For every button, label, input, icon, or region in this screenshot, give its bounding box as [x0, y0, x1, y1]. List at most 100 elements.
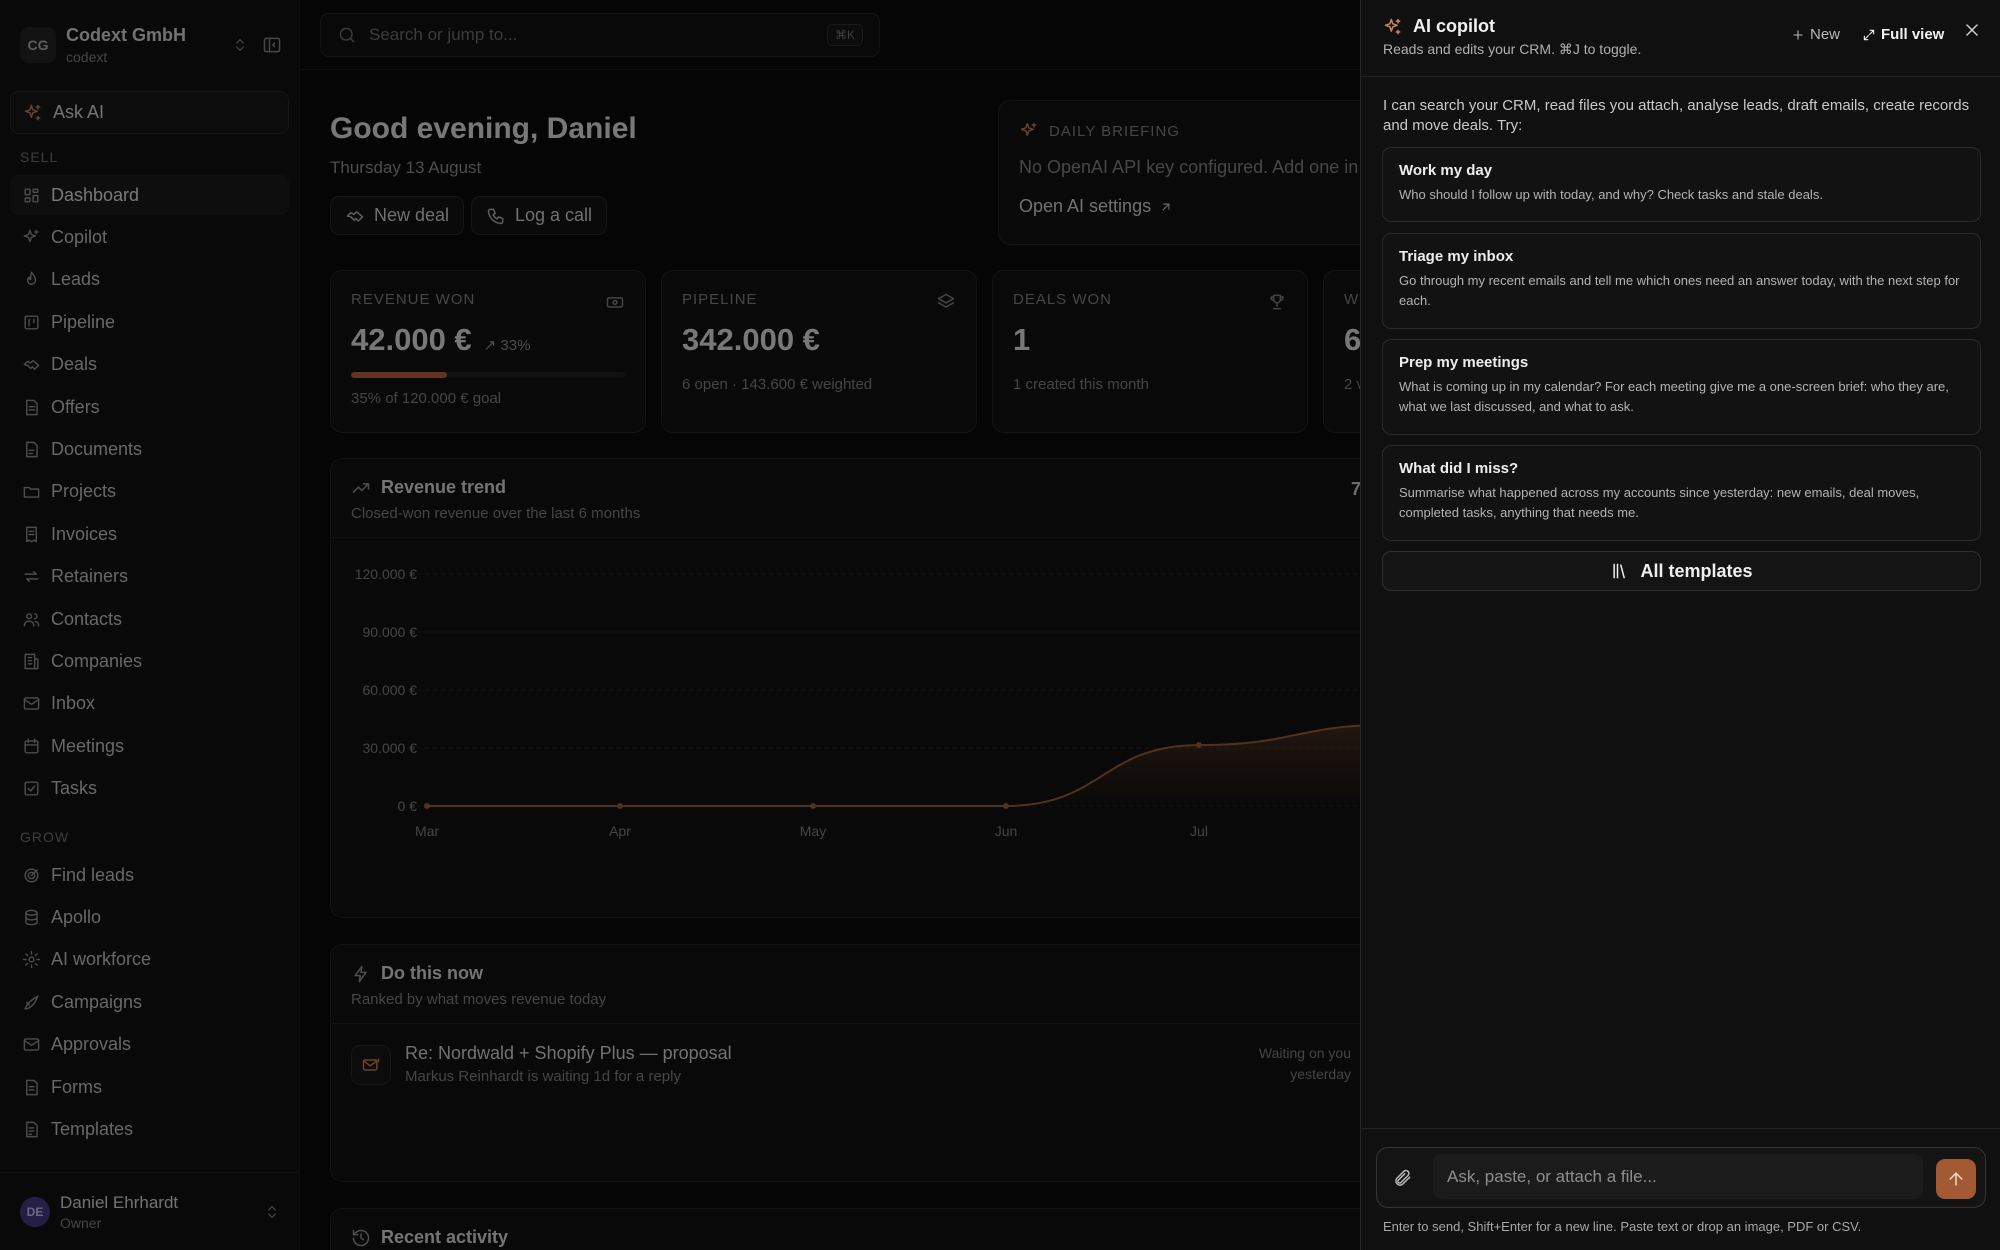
library-icon [1613, 563, 1626, 579]
sparkles-icon [24, 104, 41, 120]
stat-sub: 6 open · 143.600 € weighted [682, 376, 873, 393]
sidebar-item-contacts[interactable]: Contacts [10, 599, 289, 639]
sidebar-item-apollo[interactable]: Apollo [10, 897, 289, 937]
ask-ai-button[interactable]: Ask AI [10, 91, 289, 134]
sidebar-item-projects[interactable]: Projects [10, 472, 289, 512]
sidebar-item-pipeline[interactable]: Pipeline [10, 302, 289, 342]
sidebar-item-forms[interactable]: Forms [10, 1067, 289, 1107]
all-templates-label: All templates [1640, 560, 1753, 581]
sidebar-item-label: Invoices [51, 523, 118, 544]
template-card-prep-meetings[interactable]: Prep my meetings What is coming up in my… [1382, 339, 1981, 435]
new-chat-button[interactable]: New [1791, 26, 1840, 43]
new-deal-button[interactable]: New deal [330, 196, 465, 235]
x-tick-label: May [800, 823, 826, 839]
inbox-icon [23, 697, 40, 711]
data-point [1196, 742, 1202, 749]
data-point [617, 803, 623, 809]
avatar: DE [20, 1196, 50, 1227]
new-chat-label: New [1810, 26, 1841, 43]
user-role: Owner [60, 1214, 102, 1231]
sidebar-item-label: Contacts [51, 608, 123, 629]
stat-card-revenue-won[interactable]: REVENUE WON 42.000 € ↗ 33% 35% of 120.00… [330, 270, 646, 433]
sidebar-item-tasks[interactable]: Tasks [10, 769, 289, 809]
sidebar-item-inbox[interactable]: Inbox [10, 684, 289, 724]
stat-delta: ↗ 33% [483, 337, 531, 354]
stat-card-pipeline[interactable]: PIPELINE 342.000 € 6 open · 143.600 € we… [661, 270, 977, 433]
companies-icon [24, 653, 39, 670]
template-title: Prep my meetings [1399, 354, 1529, 371]
stat-value: 1 [1013, 322, 1031, 357]
sparkles-icon [1384, 18, 1401, 34]
sidebar-item-deals[interactable]: Deals [10, 345, 289, 385]
template-title: Work my day [1399, 162, 1493, 179]
search-icon [339, 27, 355, 43]
sidebar-collapse-icon[interactable] [262, 35, 282, 55]
template-card-work-my-day[interactable]: Work my day Who should I follow up with … [1382, 147, 1981, 222]
stat-sub: 35% of 120.000 € goal [351, 390, 502, 407]
goal-progress-fill [351, 372, 447, 378]
sidebar-item-documents[interactable]: Documents [10, 429, 289, 469]
todo-title: Do this now [381, 963, 483, 983]
template-card-triage-inbox[interactable]: Triage my inbox Go through my recent ema… [1382, 233, 1981, 329]
handshake-icon [346, 210, 364, 222]
copilot-header: AI copilot Reads and edits your CRM. ⌘J … [1361, 0, 2000, 77]
sidebar-item-offers[interactable]: Offers [10, 387, 289, 427]
apollo-icon [25, 909, 38, 926]
sidebar-item-label: Inbox [51, 693, 96, 714]
sparkles-icon [1020, 122, 1037, 136]
goal-progress-bar [351, 372, 625, 378]
sidebar-item-retainers[interactable]: Retainers [10, 557, 289, 597]
user-menu[interactable]: DE Daniel Ehrhardt Owner [0, 1172, 300, 1250]
forms-icon [26, 1079, 38, 1095]
sidebar-item-companies[interactable]: Companies [10, 641, 289, 681]
sidebar-item-campaigns[interactable]: Campaigns [10, 982, 289, 1022]
template-card-what-did-i-miss[interactable]: What did I miss? Summarise what happened… [1382, 445, 1981, 541]
sidebar-item-find-leads[interactable]: Find leads [10, 855, 289, 895]
sidebar-item-dashboard[interactable]: Dashboard [10, 175, 289, 215]
workspace-switcher[interactable]: CG Codext GmbH codext [20, 24, 282, 66]
copilot-drawer: AI copilot Reads and edits your CRM. ⌘J … [1360, 0, 2000, 1250]
send-button[interactable] [1936, 1159, 1976, 1199]
full-view-button[interactable]: Full view [1862, 26, 1944, 43]
projects-icon [23, 487, 40, 499]
sidebar-item-templates[interactable]: Templates [10, 1109, 289, 1149]
todo-subtitle: Ranked by what moves revenue today [351, 991, 607, 1008]
sidebar-item-invoices[interactable]: Invoices [10, 514, 289, 554]
composer-input[interactable] [1433, 1154, 1923, 1199]
page-title: Good evening, Daniel [330, 112, 637, 145]
paperclip-icon[interactable] [1393, 1168, 1413, 1188]
sidebar-section-label: SELL [20, 149, 59, 165]
chevrons-up-down-icon [236, 39, 244, 51]
pipeline-icon [24, 315, 39, 330]
data-point [424, 803, 430, 809]
template-desc: Go through my recent emails and tell me … [1399, 273, 1960, 308]
task-meta-status: Waiting on you [1258, 1045, 1351, 1061]
phone-icon [487, 208, 504, 224]
template-title: What did I miss? [1399, 460, 1519, 477]
log-call-button[interactable]: Log a call [471, 196, 608, 235]
offers-icon [26, 399, 38, 415]
copilot-icon [23, 229, 39, 243]
sidebar-item-meetings[interactable]: Meetings [10, 726, 289, 766]
search-input[interactable]: Search or jump to... ⌘K [320, 13, 880, 57]
sidebar-item-approvals[interactable]: Approvals [10, 1025, 289, 1065]
all-templates-button[interactable]: All templates [1382, 551, 1981, 591]
sidebar-item-label: Documents [51, 438, 143, 459]
template-desc: Summarise what happened across my accoun… [1399, 485, 1920, 520]
retainers-icon [24, 571, 39, 583]
sidebar-item-label: Pipeline [51, 311, 116, 332]
sidebar-item-ai-workforce[interactable]: AI workforce [10, 940, 289, 980]
full-view-label: Full view [1881, 26, 1945, 43]
stat-card-deals-won[interactable]: DEALS WON 1 1 created this month [992, 270, 1308, 433]
y-tick-label: 120.000 € [355, 566, 417, 582]
documents-icon [26, 441, 38, 458]
sidebar-item-copilot[interactable]: Copilot [10, 217, 289, 257]
contacts-icon [23, 612, 40, 627]
template-desc: Who should I follow up with today, and w… [1399, 187, 1823, 202]
template-desc: What is coming up in my calendar? For ea… [1399, 379, 1949, 414]
close-icon[interactable] [1962, 20, 1982, 40]
stat-delta-value: 33% [500, 337, 531, 354]
sidebar-item-leads[interactable]: Leads [10, 260, 289, 300]
composer-hint: Enter to send, Shift+Enter for a new lin… [1383, 1219, 1862, 1234]
search-placeholder: Search or jump to... [369, 25, 518, 44]
